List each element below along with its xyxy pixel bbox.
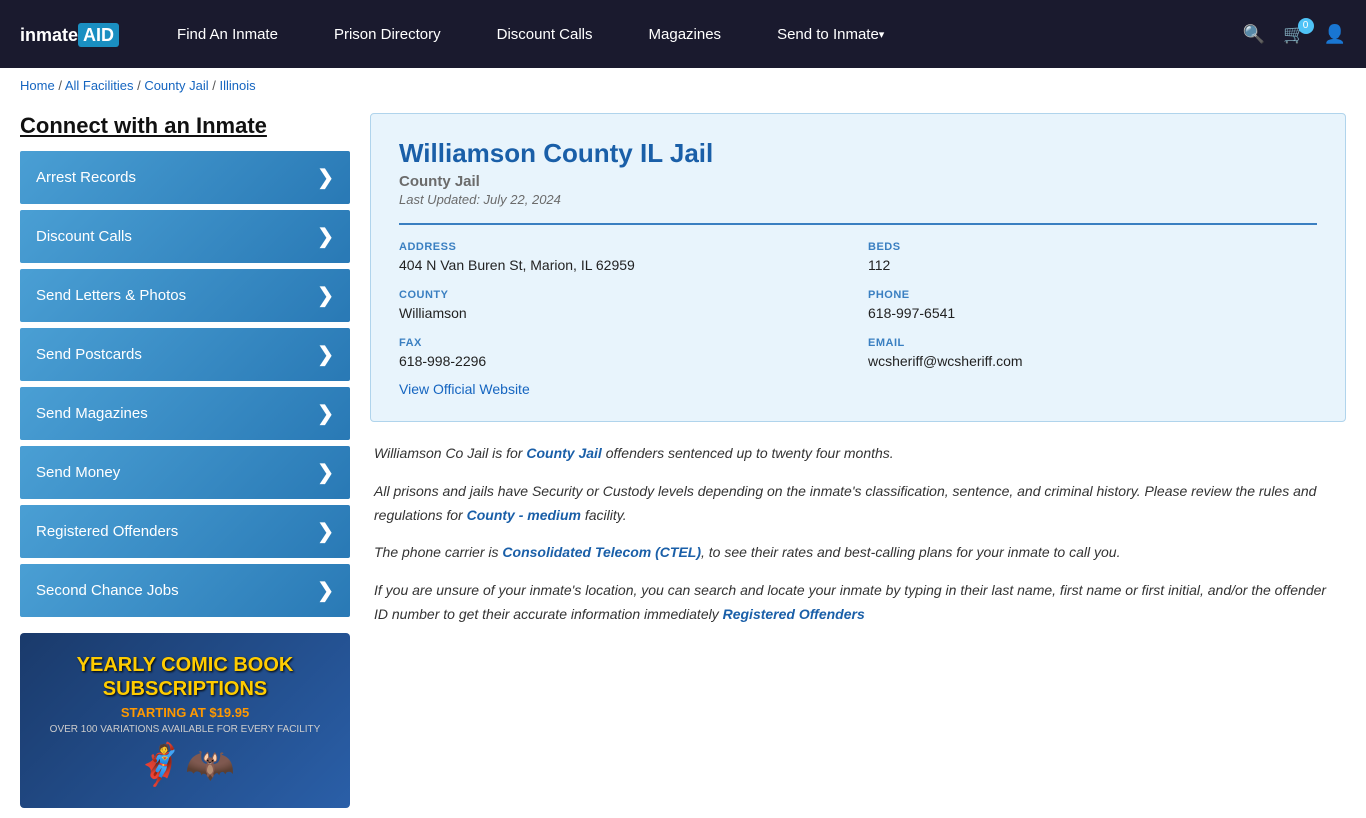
county-label: COUNTY: [399, 289, 848, 301]
breadcrumb-all-facilities[interactable]: All Facilities: [65, 78, 134, 93]
main-layout: Connect with an Inmate Arrest Records ❯ …: [0, 103, 1366, 818]
email-value: wcsheriff@wcsheriff.com: [868, 353, 1317, 369]
ad-heroes: 🦸🦇: [36, 741, 334, 788]
fax-label: FAX: [399, 337, 848, 349]
search-button[interactable]: 🔍: [1243, 24, 1265, 45]
sidebar-title: Connect with an Inmate: [20, 113, 350, 139]
arrow-icon: ❯: [317, 283, 334, 308]
county-value: Williamson: [399, 305, 848, 321]
phone-label: PHONE: [868, 289, 1317, 301]
ad-note: OVER 100 VARIATIONS AVAILABLE FOR EVERY …: [36, 724, 334, 735]
sidebar-second-chance-jobs[interactable]: Second Chance Jobs ❯: [20, 564, 350, 617]
ad-banner[interactable]: YEARLY COMIC BOOK SUBSCRIPTIONS STARTING…: [20, 633, 350, 808]
beds-label: BEDS: [868, 241, 1317, 253]
fax-value: 618-998-2296: [399, 353, 848, 369]
nav-icons: 🔍 🛒 0 👤: [1243, 24, 1346, 45]
facility-name: Williamson County IL Jail: [399, 138, 1317, 169]
nav-magazines[interactable]: Magazines: [621, 0, 750, 68]
logo[interactable]: inmateAID: [20, 21, 119, 47]
search-icon: 🔍: [1243, 24, 1265, 44]
arrow-icon: ❯: [317, 165, 334, 190]
beds-value: 112: [868, 257, 1317, 273]
official-website-link[interactable]: View Official Website: [399, 381, 530, 397]
facility-details: ADDRESS 404 N Van Buren St, Marion, IL 6…: [399, 223, 1317, 369]
facility-type: County Jail: [399, 173, 1317, 190]
sidebar: Connect with an Inmate Arrest Records ❯ …: [20, 113, 350, 808]
desc-para1: Williamson Co Jail is for County Jail of…: [374, 442, 1342, 466]
breadcrumb-home[interactable]: Home: [20, 78, 55, 93]
ctel-link[interactable]: Consolidated Telecom (CTEL): [502, 544, 701, 560]
nav-prison-directory[interactable]: Prison Directory: [306, 0, 469, 68]
sidebar-registered-offenders[interactable]: Registered Offenders ❯: [20, 505, 350, 558]
sidebar-send-money[interactable]: Send Money ❯: [20, 446, 350, 499]
desc-para3: The phone carrier is Consolidated Teleco…: [374, 541, 1342, 565]
county-jail-link1[interactable]: County Jail: [526, 445, 601, 461]
desc-para2: All prisons and jails have Security or C…: [374, 480, 1342, 528]
user-button[interactable]: 👤: [1324, 24, 1346, 45]
navbar: inmateAID Find An Inmate Prison Director…: [0, 0, 1366, 68]
phone-group: PHONE 618-997-6541: [868, 289, 1317, 321]
nav-find-inmate[interactable]: Find An Inmate: [149, 0, 306, 68]
county-group: COUNTY Williamson: [399, 289, 848, 321]
nav-send-to-inmate[interactable]: Send to Inmate: [749, 0, 912, 68]
sidebar-send-letters[interactable]: Send Letters & Photos ❯: [20, 269, 350, 322]
address-label: ADDRESS: [399, 241, 848, 253]
beds-group: BEDS 112: [868, 241, 1317, 273]
sidebar-send-magazines[interactable]: Send Magazines ❯: [20, 387, 350, 440]
cart-button[interactable]: 🛒 0: [1283, 24, 1305, 45]
arrow-icon: ❯: [317, 578, 334, 603]
breadcrumb-illinois[interactable]: Illinois: [219, 78, 255, 93]
sidebar-send-postcards[interactable]: Send Postcards ❯: [20, 328, 350, 381]
nav-discount-calls[interactable]: Discount Calls: [469, 0, 621, 68]
sidebar-discount-calls[interactable]: Discount Calls ❯: [20, 210, 350, 263]
cart-badge: 0: [1298, 18, 1314, 34]
user-icon: 👤: [1324, 24, 1346, 44]
facility-updated: Last Updated: July 22, 2024: [399, 192, 1317, 207]
breadcrumb-county-jail[interactable]: County Jail: [144, 78, 208, 93]
email-label: EMAIL: [868, 337, 1317, 349]
arrow-icon: ❯: [317, 401, 334, 426]
arrow-icon: ❯: [317, 460, 334, 485]
logo-text: inmateAID: [20, 21, 119, 46]
phone-value: 618-997-6541: [868, 305, 1317, 321]
facility-card: Williamson County IL Jail County Jail La…: [370, 113, 1346, 422]
breadcrumb: Home / All Facilities / County Jail / Il…: [0, 68, 1366, 103]
county-medium-link[interactable]: County - medium: [467, 507, 581, 523]
desc-para4: If you are unsure of your inmate's locat…: [374, 579, 1342, 627]
ad-price: STARTING AT $19.95: [36, 705, 334, 720]
registered-offenders-link[interactable]: Registered Offenders: [723, 606, 865, 622]
ad-title: YEARLY COMIC BOOK SUBSCRIPTIONS: [36, 653, 334, 701]
main-content: Williamson County IL Jail County Jail La…: [370, 113, 1346, 808]
email-group: EMAIL wcsheriff@wcsheriff.com: [868, 337, 1317, 369]
address-group: ADDRESS 404 N Van Buren St, Marion, IL 6…: [399, 241, 848, 273]
description: Williamson Co Jail is for County Jail of…: [370, 442, 1346, 627]
nav-links: Find An Inmate Prison Directory Discount…: [149, 0, 1243, 68]
sidebar-arrest-records[interactable]: Arrest Records ❯: [20, 151, 350, 204]
fax-group: FAX 618-998-2296: [399, 337, 848, 369]
arrow-icon: ❯: [317, 224, 334, 249]
arrow-icon: ❯: [317, 519, 334, 544]
address-value: 404 N Van Buren St, Marion, IL 62959: [399, 257, 848, 273]
arrow-icon: ❯: [317, 342, 334, 367]
